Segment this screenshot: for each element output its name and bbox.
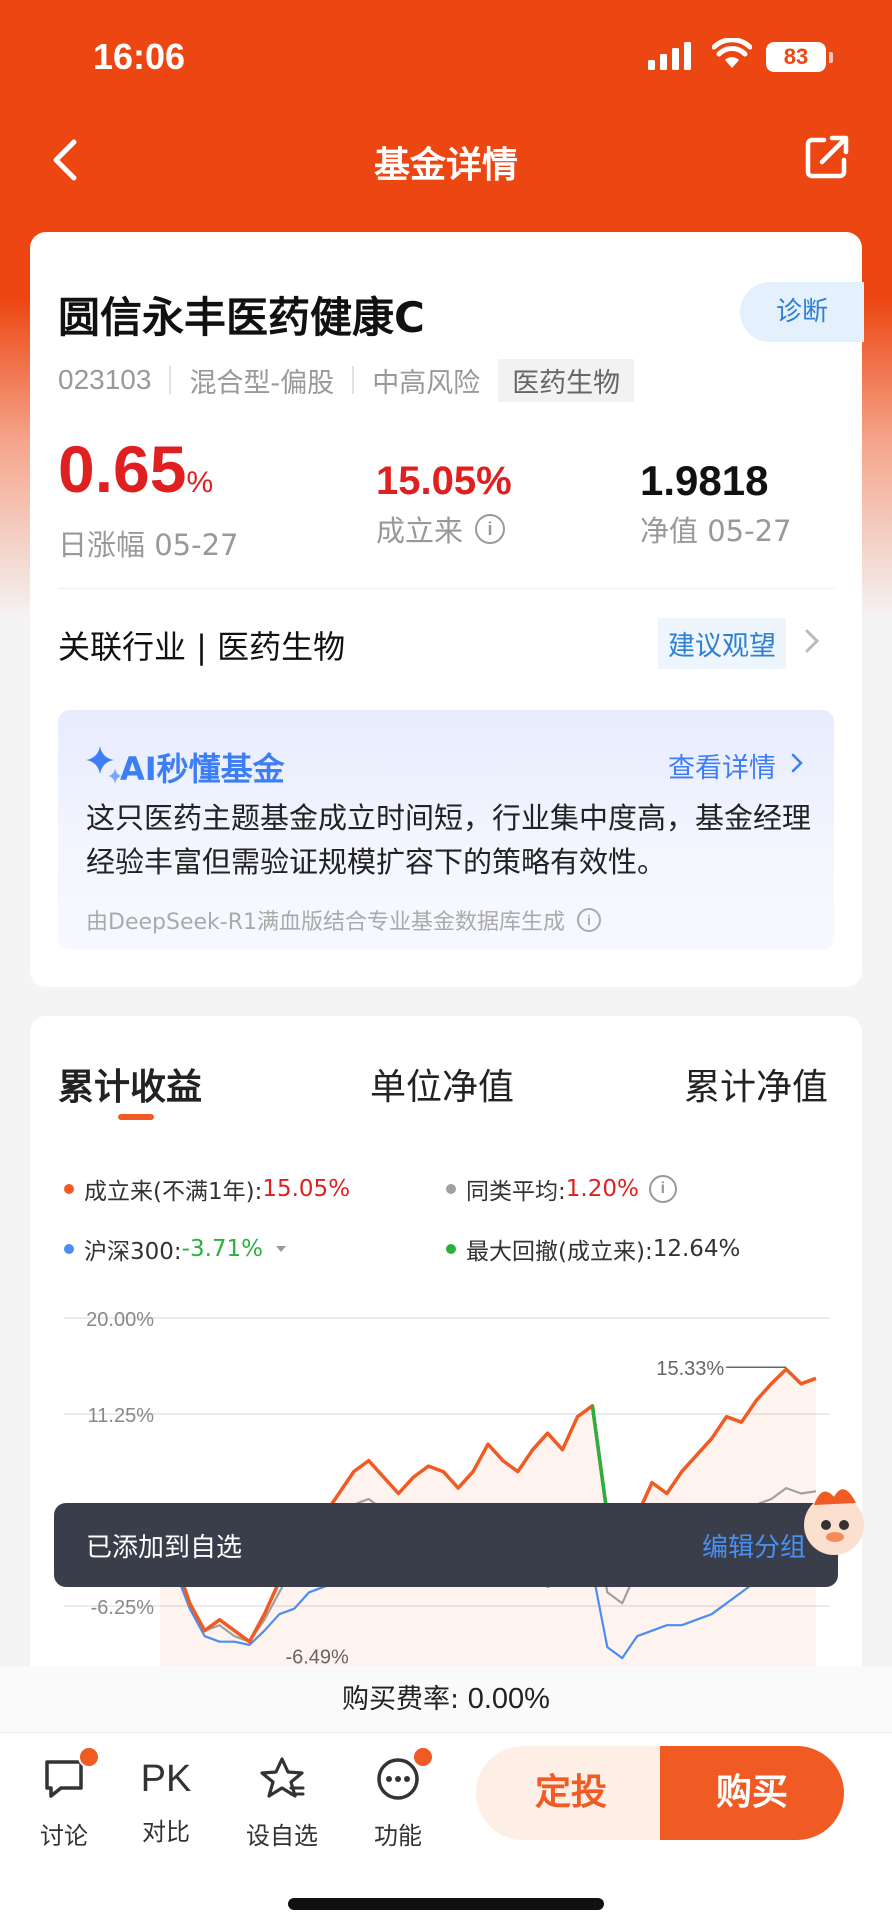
battery-tip	[829, 52, 833, 63]
percent-unit: %	[186, 466, 214, 499]
home-indicator	[288, 1898, 604, 1910]
toast-text: 已添加到自选	[86, 1533, 243, 1563]
daily-change-value: 0.65%	[58, 432, 214, 506]
y-tick-label: -6.25%	[91, 1597, 155, 1619]
legend-index[interactable]: 沪深300: -3.71%	[64, 1232, 293, 1266]
legend-drawdown-label: 最大回撤(成立来):	[466, 1239, 653, 1265]
since-inception-label: 成立来	[376, 514, 464, 548]
diagnose-button[interactable]: 诊断	[740, 282, 864, 342]
since-inception-value: 15.05%	[376, 459, 512, 503]
legend-fund: 成立来(不满1年): 15.05%	[64, 1172, 350, 1206]
notification-dot	[412, 1746, 434, 1768]
tab-cumulative-return[interactable]: 累计收益	[58, 1058, 202, 1110]
legend-dot	[446, 1244, 456, 1254]
legend-dot	[64, 1244, 74, 1254]
chevron-right-icon[interactable]	[804, 628, 820, 654]
legend-peer-label: 同类平均:	[466, 1179, 566, 1205]
status-time: 16:06	[93, 36, 186, 77]
daily-change-label: 日涨幅 05-27	[58, 528, 239, 562]
related-industry[interactable]: 关联行业 | 医药生物	[58, 622, 345, 668]
ai-summary-box[interactable]: AI秒懂基金 查看详情 这只医药主题基金成立时间短，行业集中度高，基金经理经验丰…	[58, 710, 834, 950]
add-watchlist-button[interactable]: 设自选	[242, 1754, 322, 1851]
daily-change-stat: 0.65% 日涨幅 05-27	[58, 436, 239, 564]
nav-label: 净值 05-27	[640, 514, 792, 548]
battery-indicator: 83	[766, 42, 826, 72]
page-title: 基金详情	[373, 145, 518, 186]
ai-source-text: 由DeepSeek-R1满血版结合专业基金数据库生成	[86, 910, 565, 935]
meta-divider	[352, 366, 355, 394]
fund-risk: 中高风险	[372, 367, 481, 399]
buy-button[interactable]: 购买	[660, 1746, 844, 1840]
fund-code: 023103	[58, 364, 152, 395]
return-chart[interactable]: 20.00% 11.25% -6.25% 15.33% -6.49%	[30, 1276, 862, 1666]
purchase-fee-row: 购买费率: 0.00%	[0, 1666, 892, 1732]
discuss-button[interactable]: 讨论	[24, 1746, 104, 1851]
since-inception-label-row: 成立来 i	[376, 508, 512, 550]
pk-icon: PK	[140, 1758, 192, 1800]
fund-meta: 023103 混合型-偏股 中高风险 医药生物	[58, 358, 635, 402]
legend-peer-value: 1.20%	[565, 1176, 639, 1202]
y-tick-label: 20.00%	[86, 1309, 154, 1331]
chart-tabs: 累计收益 单位净值 累计净值	[30, 1058, 862, 1138]
discuss-label: 讨论	[40, 1822, 88, 1850]
legend-dot	[446, 1184, 456, 1194]
signal-icon	[648, 42, 691, 70]
star-icon	[260, 1757, 305, 1798]
fee-value: 0.00%	[467, 1683, 550, 1715]
ai-source-row: 由DeepSeek-R1满血版结合专业基金数据库生成 i	[86, 904, 601, 936]
divider	[0, 1732, 892, 1733]
compare-button[interactable]: PK 对比	[126, 1754, 206, 1847]
low-label: -6.49%	[285, 1647, 349, 1666]
fee-label: 购买费率:	[342, 1684, 460, 1715]
legend-fund-label: 成立来(不满1年):	[84, 1179, 263, 1205]
bottom-bar: 购买费率: 0.00% 讨论 PK 对比 设自选 功能 定投 购买	[0, 1666, 892, 1929]
legend-drawdown: 最大回撤(成立来): 12.64%	[446, 1232, 740, 1266]
tab-cumulative-nav[interactable]: 累计净值	[684, 1058, 828, 1110]
ai-details-link[interactable]: 查看详情	[668, 746, 776, 785]
legend-peer: 同类平均: 1.20% i	[446, 1172, 677, 1206]
info-icon[interactable]: i	[475, 514, 506, 544]
sparkle-icon	[86, 746, 122, 784]
info-icon[interactable]: i	[576, 908, 601, 932]
fund-info-card: 圆信永丰医药健康C 诊断 023103 混合型-偏股 中高风险 医药生物 0.6…	[30, 232, 864, 987]
ai-title: AI秒懂基金	[120, 750, 285, 788]
navigation-bar: 基金详情	[0, 120, 892, 200]
legend-index-value: -3.71%	[181, 1236, 264, 1262]
compare-label: 对比	[142, 1818, 190, 1846]
more-functions-button[interactable]: 功能	[358, 1746, 438, 1851]
more-label: 功能	[374, 1822, 422, 1850]
fund-type: 混合型-偏股	[189, 367, 335, 399]
legend-index-label: 沪深300:	[84, 1239, 182, 1265]
tab-unit-nav[interactable]: 单位净值	[370, 1058, 514, 1110]
meta-divider	[169, 366, 172, 394]
info-icon[interactable]: i	[648, 1175, 677, 1203]
y-tick-label: 11.25%	[88, 1405, 155, 1427]
nav-value: 1.9818	[640, 457, 769, 504]
edit-group-link[interactable]: 编辑分组	[702, 1527, 806, 1564]
dropdown-caret-icon[interactable]	[263, 1242, 293, 1256]
toast-notification: 已添加到自选 编辑分组	[54, 1503, 838, 1587]
fund-name: 圆信永丰医药健康C	[58, 293, 425, 342]
legend-fund-value: 15.05%	[262, 1176, 351, 1202]
legend-drawdown-value: 12.64%	[652, 1236, 741, 1262]
mascot-icon[interactable]	[800, 1475, 868, 1565]
watchlist-label: 设自选	[246, 1822, 318, 1850]
peak-label: 15.33%	[656, 1358, 724, 1380]
status-bar: 16:06 83	[0, 0, 892, 110]
ai-summary-text: 这只医药主题基金成立时间短，行业集中度高，基金经理经验丰富但需验证规模扩容下的策…	[86, 801, 812, 879]
nav-stat: 1.9818 净值 05-27	[640, 436, 792, 550]
legend-dot	[64, 1184, 74, 1194]
active-tab-indicator	[118, 1114, 154, 1120]
advice-badge[interactable]: 建议观望	[658, 618, 786, 669]
chevron-right-icon[interactable]	[790, 752, 804, 774]
since-inception-stat: 15.05% 成立来 i	[376, 436, 512, 550]
wifi-icon	[712, 38, 752, 68]
sip-button[interactable]: 定投	[476, 1746, 666, 1840]
notification-dot	[78, 1746, 100, 1768]
share-icon[interactable]	[802, 132, 852, 182]
sector-tag[interactable]: 医药生物	[498, 358, 635, 402]
divider	[58, 588, 834, 589]
